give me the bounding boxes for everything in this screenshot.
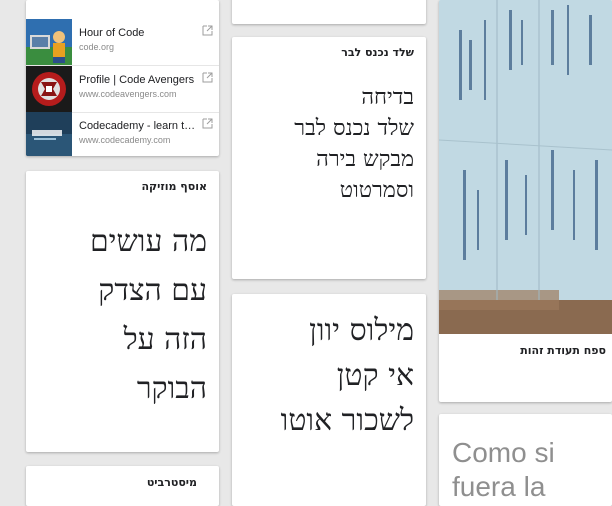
note-line: מילוס יוון bbox=[309, 313, 414, 348]
note-title: שלד נכנס לבר bbox=[341, 46, 414, 59]
note-title: אוסף מוזיקה bbox=[141, 180, 207, 193]
image-caption: ספח תעודת זהות bbox=[520, 344, 606, 357]
note-line: מבקש בירה bbox=[316, 147, 414, 172]
note-line: אי קטן bbox=[336, 358, 414, 393]
note-card-joke[interactable]: שלד נכנס לבר בדיחה שלד נכנס לבר מבקש ביר… bbox=[232, 37, 426, 279]
note-line: לשכור אוטו bbox=[280, 403, 414, 438]
note-body: מה עושים עם הצדק הזה על הבוקר bbox=[90, 217, 207, 413]
external-link-icon[interactable] bbox=[202, 25, 213, 36]
hour-of-code-thumbnail bbox=[26, 19, 72, 65]
note-body: מילוס יוון אי קטן לשכור אוטו bbox=[281, 308, 414, 443]
link-item-code-avengers[interactable]: Profile | Code Avengers www.codeavengers… bbox=[26, 66, 219, 113]
note-line: הבוקר bbox=[136, 371, 207, 406]
note-card-milos[interactable]: מילוס יוון אי קטן לשכור אוטו bbox=[232, 294, 426, 506]
note-line: עם הצדק bbox=[98, 273, 207, 308]
note-card-music[interactable]: אוסף מוזיקה מה עושים עם הצדק הזה על הבוק… bbox=[26, 171, 219, 452]
note-line: Como si bbox=[452, 437, 555, 468]
image-card-id-appendix[interactable]: ספח תעודת זהות bbox=[439, 0, 612, 402]
external-link-icon[interactable] bbox=[202, 72, 213, 83]
link-title: Codecademy - learn to ... bbox=[79, 120, 197, 132]
note-title: מיסטרביט bbox=[146, 476, 197, 489]
id-document-photo bbox=[439, 0, 612, 334]
link-item-codecademy[interactable]: Codecademy - learn to ... www.codecademy… bbox=[26, 112, 219, 156]
link-title: Profile | Code Avengers bbox=[79, 74, 195, 86]
code-avengers-thumbnail bbox=[26, 66, 72, 112]
note-line: fuera la bbox=[452, 471, 546, 502]
link-url: code.org bbox=[79, 42, 115, 52]
note-body: בדיחה שלד נכנס לבר מבקש בירה וסמרטוט bbox=[294, 82, 414, 206]
note-line: מה עושים bbox=[89, 224, 207, 259]
note-line: הזה על bbox=[123, 322, 207, 357]
codecademy-thumbnail bbox=[26, 112, 72, 156]
note-body: Como si fuera la bbox=[452, 436, 555, 504]
external-link-icon[interactable] bbox=[202, 118, 213, 129]
note-line: שלד נכנס לבר bbox=[294, 116, 414, 141]
link-item-hour-of-code[interactable]: Hour of Code code.org bbox=[26, 19, 219, 66]
links-card: Hour of Code code.org Profile | Code Ave… bbox=[26, 0, 219, 156]
note-line: וסמרטוט bbox=[339, 178, 414, 203]
note-card-como[interactable]: Como si fuera la bbox=[439, 414, 612, 506]
note-line: בדיחה bbox=[361, 85, 414, 110]
link-url: www.codeavengers.com bbox=[79, 89, 177, 99]
note-card-top[interactable] bbox=[232, 0, 426, 24]
link-url: www.codecademy.com bbox=[79, 135, 171, 145]
note-card-misterbit[interactable]: מיסטרביט bbox=[26, 466, 219, 506]
link-title: Hour of Code bbox=[79, 27, 145, 39]
